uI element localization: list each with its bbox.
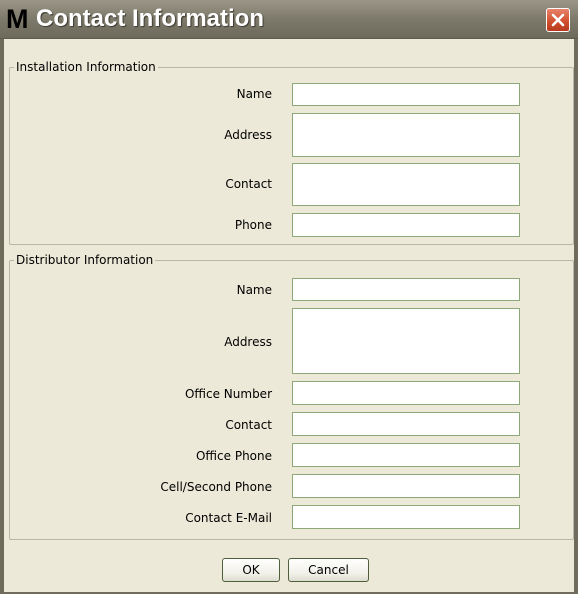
contact-email-input[interactable]	[292, 505, 520, 529]
contact-information-dialog: M Contact Information Installation Infor…	[0, 0, 578, 594]
office-phone-input[interactable]	[292, 443, 520, 467]
office-phone-label: Office Phone	[195, 449, 272, 463]
close-button[interactable]	[546, 8, 570, 32]
distributor-contact-label: Contact	[225, 418, 272, 432]
installation-address-label: Address	[224, 128, 272, 142]
cell-phone-input[interactable]	[292, 474, 520, 498]
title-bar[interactable]: M Contact Information	[0, 0, 578, 39]
distributor-address-label: Address	[224, 335, 272, 349]
installation-name-input[interactable]	[292, 83, 520, 106]
installation-address-input[interactable]	[292, 113, 520, 157]
installation-legend: Installation Information	[16, 60, 156, 74]
app-m-icon: M	[6, 4, 29, 34]
contact-email-label: Contact E-Mail	[185, 511, 272, 525]
installation-name-label: Name	[236, 87, 272, 101]
cell-phone-label: Cell/Second Phone	[160, 480, 272, 494]
distributor-name-input[interactable]	[292, 278, 520, 301]
distributor-contact-input[interactable]	[292, 412, 520, 436]
installation-contact-input[interactable]	[292, 163, 520, 206]
close-icon	[551, 13, 565, 27]
installation-phone-label: Phone	[234, 218, 272, 232]
office-number-label: Office Number	[184, 387, 272, 401]
cancel-button[interactable]: Cancel	[288, 558, 369, 582]
ok-button[interactable]: OK	[222, 558, 280, 582]
installation-phone-input[interactable]	[292, 213, 520, 237]
distributor-address-input[interactable]	[292, 308, 520, 374]
office-number-input[interactable]	[292, 381, 520, 405]
installation-contact-label: Contact	[225, 177, 272, 191]
distributor-name-label: Name	[236, 283, 272, 297]
distributor-legend: Distributor Information	[16, 253, 154, 267]
window-title: Contact Information	[36, 5, 264, 32]
